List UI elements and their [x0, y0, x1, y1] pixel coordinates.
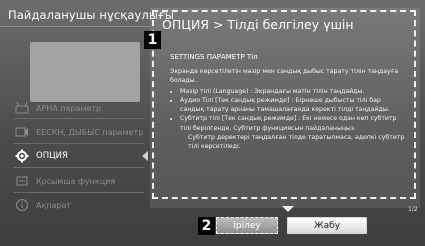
- menu-divider: [14, 118, 144, 119]
- callout-badge-2: 2: [198, 217, 215, 235]
- gear-icon: [14, 149, 30, 163]
- popup-title: ОПЦИЯ > Тілді белгілеу үшін: [162, 17, 354, 32]
- menu-item-label: Ақпарат: [36, 200, 72, 210]
- menu-item-label: ЕЕСКН, ДЫБЫС параметр: [36, 127, 144, 137]
- page-indicator: 1/2: [408, 206, 418, 213]
- close-button[interactable]: Жабу: [287, 217, 367, 234]
- info-icon: [14, 198, 30, 212]
- menu-divider: [14, 167, 144, 168]
- menu-item-channel[interactable]: АРНА параметр: [14, 99, 154, 117]
- next-button[interactable]: Ірілеу: [216, 217, 278, 234]
- popup-pointer-icon: [282, 206, 294, 212]
- menu-item-picture-sound[interactable]: ЕЕСКН, ДЫБЫС параметр: [14, 123, 154, 141]
- title-divider: [0, 26, 150, 27]
- menu-item-information[interactable]: Ақпарат: [14, 196, 154, 214]
- list-item: Аудио Тілі [Тек сандық режимде] : Бірнеш…: [180, 96, 406, 115]
- list-item: Субтитр тілі [Тек сандық режимде] : Екі …: [180, 114, 406, 133]
- sound-icon: [14, 125, 30, 139]
- sub-note: Субтитр деректері таңдалған тілде тараты…: [188, 134, 405, 151]
- menu-item-label: Қосымша функция: [36, 176, 116, 186]
- menu-divider: [14, 143, 144, 144]
- menu-divider: [14, 192, 144, 193]
- menu-item-label: АРНА параметр: [36, 103, 102, 113]
- menu-item-label: ОПЦИЯ: [36, 151, 68, 161]
- selected-arrow-icon: [142, 151, 148, 161]
- function-icon: [14, 174, 30, 188]
- intro-text: Экранда көрсетілетін мәзір мен сандық ды…: [170, 68, 399, 85]
- popup-body: Экранда көрсетілетін мәзір мен сандық ды…: [170, 67, 406, 152]
- bullet-list: Мәзір тілі (Language) : Экрандағы мәтін …: [170, 87, 406, 133]
- menu-item-option[interactable]: ОПЦИЯ: [14, 147, 154, 165]
- menu-item-extra-function[interactable]: Қосымша функция: [14, 172, 154, 190]
- antenna-icon: [14, 101, 30, 115]
- callout-badge-1: 1: [144, 31, 161, 49]
- preview-image: [30, 42, 140, 102]
- breadcrumb: SETTINGS ПАРАМЕТР Тіл: [170, 53, 258, 61]
- list-item: Мәзір тілі (Language) : Экрандағы мәтін …: [180, 87, 406, 96]
